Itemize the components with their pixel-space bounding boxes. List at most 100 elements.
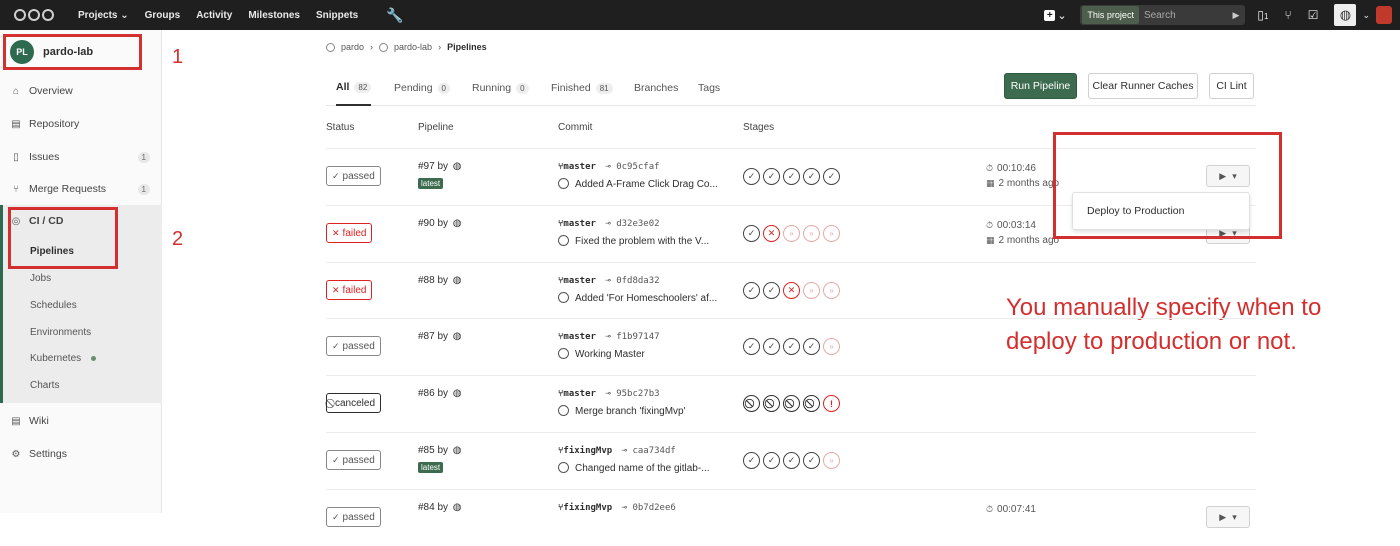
- commit-sha[interactable]: ⊸ 95bc27b3: [600, 389, 659, 399]
- commit-ref[interactable]: ⑂master ⊸ 0fd8da32: [558, 276, 660, 286]
- sidebar-item-issues[interactable]: ▯ Issues 1: [0, 146, 162, 168]
- stage-passed-icon[interactable]: ✓: [763, 282, 780, 299]
- stage-canceled-icon[interactable]: ⃠: [783, 395, 800, 412]
- pipeline-id[interactable]: #87 by ◍: [418, 331, 462, 342]
- branch-name[interactable]: master: [563, 162, 596, 172]
- pipeline-id[interactable]: #90 by ◍: [418, 218, 462, 229]
- pipeline-id[interactable]: #88 by ◍: [418, 275, 462, 286]
- merge-requests-nav-icon[interactable]: ⑂: [1284, 8, 1291, 22]
- sidebar-subitem-environments[interactable]: Environments: [0, 322, 162, 342]
- clear-runner-caches-button[interactable]: Clear Runner Caches: [1088, 73, 1198, 99]
- stage-canceled-icon[interactable]: ⃠: [743, 395, 760, 412]
- commit-message[interactable]: Added A-Frame Click Drag Co...: [558, 178, 718, 190]
- stage-canceled-icon[interactable]: ⃠: [763, 395, 780, 412]
- commit-ref[interactable]: ⑂fixingMvp ⊸ 0b7d2ee6: [558, 503, 676, 513]
- sidebar-item-overview[interactable]: ⌂ Overview: [0, 80, 162, 102]
- sidebar-item-merge-requests[interactable]: ⑂ Merge Requests 1: [0, 178, 162, 200]
- stage-passed-icon[interactable]: ✓: [803, 168, 820, 185]
- tab-running[interactable]: Running 0: [472, 70, 529, 106]
- tab-tags[interactable]: Tags: [698, 70, 720, 106]
- stage-skipped-icon[interactable]: »: [823, 282, 840, 299]
- commit-message[interactable]: Merge branch 'fixingMvp': [558, 405, 686, 417]
- pipeline-id[interactable]: #85 by ◍: [418, 445, 462, 456]
- nav-milestones[interactable]: Milestones: [248, 10, 300, 21]
- todos-nav-icon[interactable]: ☑: [1308, 8, 1319, 22]
- breadcrumb-group[interactable]: pardo: [341, 42, 364, 52]
- tab-pending[interactable]: Pending 0: [394, 70, 450, 106]
- branch-name[interactable]: master: [563, 276, 596, 286]
- stage-skipped-icon[interactable]: »: [803, 282, 820, 299]
- nav-activity[interactable]: Activity: [196, 10, 232, 21]
- manual-actions-button[interactable]: ▶ ▾: [1206, 506, 1250, 528]
- stage-skipped-icon[interactable]: »: [803, 225, 820, 242]
- stage-passed-icon[interactable]: ✓: [783, 452, 800, 469]
- user-avatar-icon[interactable]: ◍: [450, 331, 462, 342]
- stage-failed-icon[interactable]: ✕: [763, 225, 780, 242]
- user-avatar-icon[interactable]: ◍: [450, 388, 462, 399]
- tab-all[interactable]: All 82: [336, 70, 372, 106]
- user-avatar[interactable]: ◍: [1334, 4, 1357, 26]
- stage-passed-icon[interactable]: ✓: [783, 168, 800, 185]
- branch-name[interactable]: master: [563, 219, 596, 229]
- branch-name[interactable]: fixingMvp: [563, 503, 612, 513]
- search-scope-badge[interactable]: This project: [1082, 6, 1139, 24]
- commit-sha[interactable]: ⊸ 0b7d2ee6: [616, 503, 676, 513]
- stage-passed-icon[interactable]: ✓: [763, 338, 780, 355]
- commit-message[interactable]: Working Master: [558, 348, 645, 360]
- breadcrumb-current[interactable]: Pipelines: [447, 42, 487, 52]
- stage-passed-icon[interactable]: ✓: [823, 168, 840, 185]
- pipeline-id[interactable]: #84 by ◍: [418, 502, 462, 513]
- stage-skipped-icon[interactable]: »: [823, 225, 840, 242]
- sidebar-subitem-schedules[interactable]: Schedules: [0, 295, 162, 315]
- pipeline-id[interactable]: #86 by ◍: [418, 388, 462, 399]
- status-badge[interactable]: ⃠canceled: [326, 393, 382, 413]
- stage-passed-icon[interactable]: ✓: [763, 452, 780, 469]
- commit-ref[interactable]: ⑂master ⊸ 95bc27b3: [558, 389, 660, 399]
- status-badge[interactable]: ✓ passed: [326, 336, 381, 356]
- sidebar-subitem-jobs[interactable]: Jobs: [0, 268, 162, 288]
- stage-failed-icon[interactable]: ✕: [783, 282, 800, 299]
- branch-name[interactable]: fixingMvp: [563, 446, 612, 456]
- stage-passed-icon[interactable]: ✓: [803, 452, 820, 469]
- tab-branches[interactable]: Branches: [634, 70, 678, 106]
- commit-message[interactable]: Added 'For Homeschoolers' af...: [558, 292, 717, 304]
- commit-ref[interactable]: ⑂master ⊸ d32e3e02: [558, 219, 660, 229]
- user-avatar-icon[interactable]: ◍: [450, 275, 462, 286]
- stage-passed-icon[interactable]: ✓: [743, 225, 760, 242]
- commit-ref[interactable]: ⑂master ⊸ f1b97147: [558, 332, 660, 342]
- run-pipeline-button[interactable]: Run Pipeline: [1004, 73, 1077, 99]
- sidebar-item-wiki[interactable]: ▤ Wiki: [0, 410, 162, 432]
- stage-skipped-icon[interactable]: »: [783, 225, 800, 242]
- issues-nav-icon[interactable]: ▯1: [1257, 8, 1268, 22]
- commit-ref[interactable]: ⑂master ⊸ 0c95cfaf: [558, 162, 660, 172]
- stage-skipped-icon[interactable]: »: [823, 338, 840, 355]
- app-logo[interactable]: [14, 9, 60, 21]
- nav-groups[interactable]: Groups: [145, 10, 181, 21]
- commit-sha[interactable]: ⊸ caa734df: [616, 446, 676, 456]
- status-badge[interactable]: ✓ passed: [326, 166, 381, 186]
- new-dropdown-button[interactable]: + ⌄: [1042, 6, 1068, 24]
- user-avatar-icon[interactable]: ◍: [450, 218, 462, 229]
- stage-passed-icon[interactable]: ✓: [743, 452, 760, 469]
- stage-canceled-icon[interactable]: ⃠: [803, 395, 820, 412]
- sidebar-item-repository[interactable]: ▤ Repository: [0, 113, 162, 135]
- stage-passed-icon[interactable]: ✓: [803, 338, 820, 355]
- breadcrumb-project[interactable]: pardo-lab: [394, 42, 432, 52]
- tab-finished[interactable]: Finished 81: [551, 70, 613, 106]
- admin-wrench-icon[interactable]: 🔧: [386, 7, 403, 24]
- stage-passed-icon[interactable]: ✓: [783, 338, 800, 355]
- commit-ref[interactable]: ⑂fixingMvp ⊸ caa734df: [558, 446, 676, 456]
- stage-warning-icon[interactable]: !: [823, 395, 840, 412]
- commit-message[interactable]: Fixed the problem with the V...: [558, 235, 709, 247]
- user-menu-caret-icon[interactable]: ⌄: [1362, 10, 1370, 21]
- ci-lint-button[interactable]: CI Lint: [1209, 73, 1254, 99]
- user-avatar-icon[interactable]: ◍: [450, 161, 462, 172]
- search-input[interactable]: Search: [1144, 10, 1233, 21]
- user-avatar-icon[interactable]: ◍: [450, 502, 462, 513]
- stage-passed-icon[interactable]: ✓: [743, 338, 760, 355]
- status-badge[interactable]: ✕ failed: [326, 280, 373, 300]
- status-badge[interactable]: ✓ passed: [326, 450, 381, 470]
- stage-skipped-icon[interactable]: »: [823, 452, 840, 469]
- stage-passed-icon[interactable]: ✓: [743, 282, 760, 299]
- sidebar-subitem-charts[interactable]: Charts: [0, 375, 162, 395]
